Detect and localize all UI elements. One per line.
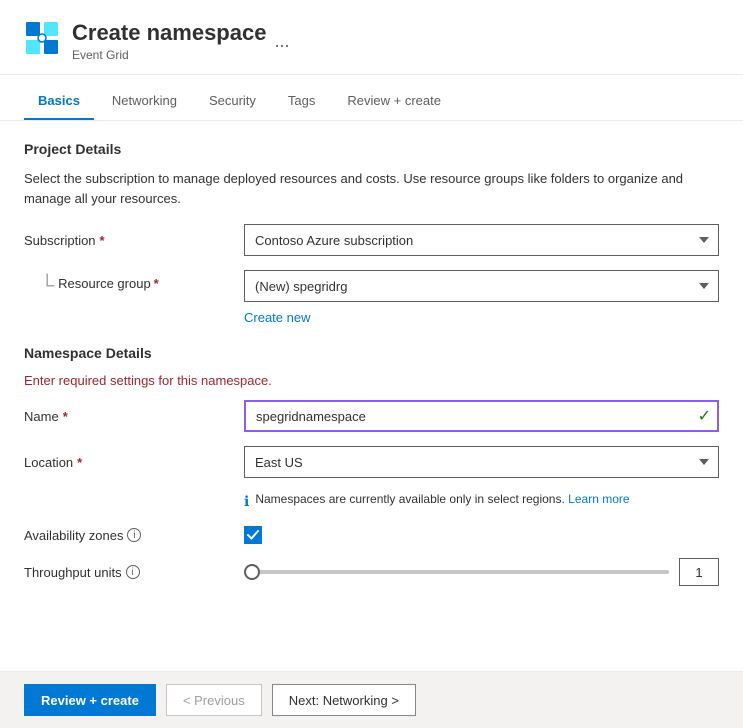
rg-bracket: └ [40, 276, 54, 296]
location-row: Location * East US [24, 446, 719, 478]
subscription-required: * [100, 233, 105, 248]
availability-zones-label: Availability zones i [24, 528, 244, 543]
review-create-button[interactable]: Review + create [24, 684, 156, 716]
subscription-select-wrapper[interactable]: Contoso Azure subscription [244, 224, 719, 256]
availability-zones-row: Availability zones i [24, 526, 719, 544]
tab-basics[interactable]: Basics [24, 83, 94, 120]
throughput-slider-wrapper: 1 [244, 558, 719, 586]
checkbox-check-icon [247, 529, 259, 541]
rg-select-wrapper[interactable]: (New) spegridrg [244, 270, 719, 302]
rg-indent: └ Resource group * [24, 270, 244, 296]
namespace-required-text: Enter required settings for this namespa… [24, 373, 719, 388]
tab-review-create[interactable]: Review + create [333, 83, 455, 120]
location-info-text: Namespaces are currently available only … [255, 492, 629, 506]
page-header: Create namespace Event Grid ... [0, 0, 743, 75]
name-input[interactable] [244, 400, 719, 432]
resource-group-control: (New) spegridrg [244, 270, 719, 302]
subscription-select[interactable]: Contoso Azure subscription [244, 224, 719, 256]
tab-networking[interactable]: Networking [98, 83, 191, 120]
name-row: Name * ✓ [24, 400, 719, 432]
location-control: East US [244, 446, 719, 478]
name-input-wrapper: ✓ [244, 400, 719, 432]
tab-tags[interactable]: Tags [274, 83, 329, 120]
throughput-slider[interactable] [244, 570, 669, 574]
footer: Review + create < Previous Next: Network… [0, 671, 743, 728]
main-content: Project Details Select the subscription … [0, 121, 743, 620]
create-new-link[interactable]: Create new [244, 310, 310, 325]
availability-zones-checkbox[interactable] [244, 526, 262, 544]
subscription-control: Contoso Azure subscription [244, 224, 719, 256]
availability-zones-info-icon[interactable]: i [127, 528, 141, 542]
throughput-value: 1 [679, 558, 719, 586]
event-grid-icon [24, 20, 60, 56]
subscription-row: Subscription * Contoso Azure subscriptio… [24, 224, 719, 256]
previous-button[interactable]: < Previous [166, 684, 262, 716]
location-select[interactable]: East US [244, 446, 719, 478]
page-subtitle: Event Grid [72, 48, 266, 62]
rg-required: * [154, 276, 159, 291]
location-required: * [77, 455, 82, 470]
project-details-description: Select the subscription to manage deploy… [24, 169, 719, 208]
name-label: Name * [24, 409, 244, 424]
location-info-row: ℹ Namespaces are currently available onl… [244, 492, 719, 510]
availability-zones-checkbox-wrapper [244, 526, 719, 544]
tab-security[interactable]: Security [195, 83, 270, 120]
throughput-label: Throughput units i [24, 565, 244, 580]
header-text-group: Create namespace Event Grid [72, 20, 266, 62]
location-label: Location * [24, 455, 244, 470]
location-select-wrapper[interactable]: East US [244, 446, 719, 478]
more-options-button[interactable]: ... [274, 31, 289, 52]
resource-group-label: Resource group [58, 276, 151, 291]
tabs-nav: Basics Networking Security Tags Review +… [0, 83, 743, 121]
learn-more-link[interactable]: Learn more [568, 492, 629, 506]
name-required: * [63, 409, 68, 424]
throughput-control: 1 [244, 558, 719, 586]
info-icon: ℹ [244, 493, 249, 510]
resource-group-row: └ Resource group * (New) spegridrg [24, 270, 719, 302]
resource-group-select[interactable]: (New) spegridrg [244, 270, 719, 302]
project-details-title: Project Details [24, 141, 719, 157]
throughput-info-icon[interactable]: i [126, 565, 140, 579]
page-title: Create namespace [72, 20, 266, 46]
rg-label-container: └ Resource group * [24, 270, 159, 296]
name-control: ✓ [244, 400, 719, 432]
namespace-details-title: Namespace Details [24, 345, 719, 361]
throughput-row: Throughput units i 1 [24, 558, 719, 586]
next-button[interactable]: Next: Networking > [272, 684, 416, 716]
subscription-label: Subscription * [24, 233, 244, 248]
availability-zones-control [244, 526, 719, 544]
create-new-container: Create new [244, 306, 719, 325]
